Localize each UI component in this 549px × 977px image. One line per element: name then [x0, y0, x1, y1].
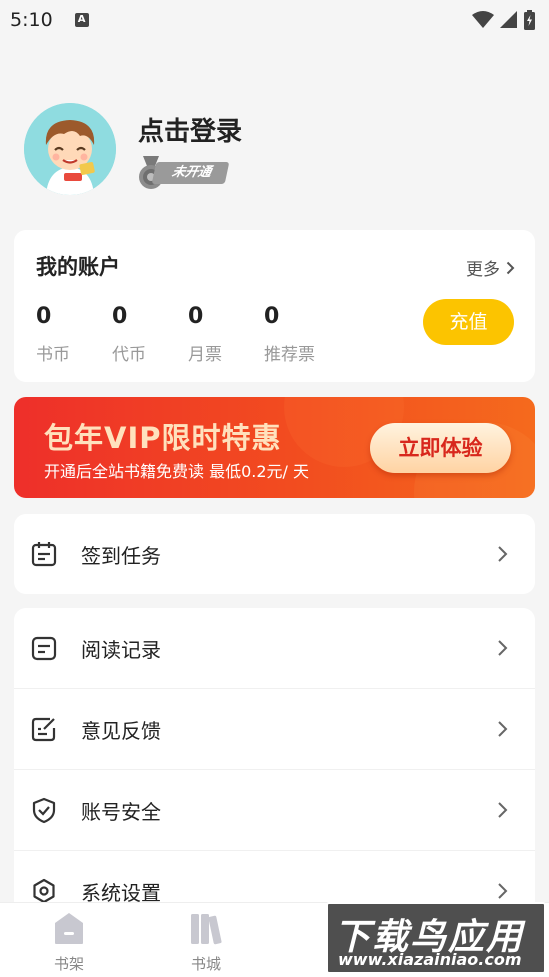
bookshelf-icon [55, 913, 83, 944]
settings-gear-icon [33, 878, 55, 904]
status-time: 5:10 [10, 9, 53, 31]
tab-bookshelf[interactable]: 书架 [29, 911, 109, 974]
feedback-edit-icon [31, 717, 56, 742]
chevron-right-icon [498, 802, 508, 818]
status-left: 5:10 A [10, 9, 89, 31]
chevron-right-icon [506, 261, 515, 274]
stat-recommend-tickets[interactable]: 0 推荐票 [264, 304, 315, 365]
reading-history-icon [31, 636, 57, 661]
menu-label: 阅读记录 [81, 637, 161, 662]
more-label: 更多 [466, 260, 500, 280]
chevron-right-icon [498, 640, 508, 656]
menu-list-card: 阅读记录 意见反馈 账号安全 系统设置 [14, 608, 535, 928]
vip-status-label: 未开通 [151, 162, 230, 184]
bookstore-icon [191, 914, 222, 945]
stat-tokens[interactable]: 0 代币 [112, 304, 146, 365]
avatar[interactable] [24, 103, 116, 195]
stat-value: 0 [264, 304, 280, 329]
tab-label: 书架 [53, 955, 84, 973]
wifi-icon [472, 11, 494, 28]
menu-label: 意见反馈 [81, 718, 161, 743]
menu-label: 账号安全 [81, 799, 161, 824]
stat-label: 代币 [112, 345, 146, 365]
account-title: 我的账户 [36, 255, 120, 279]
watermark-url: www.xiazainiao.com [338, 950, 522, 969]
menu-label: 签到任务 [81, 543, 161, 568]
vip-status-badge: 未开通 [138, 156, 230, 190]
avatar-cartoon-icon [24, 103, 116, 195]
menu-item-reading-history[interactable]: 阅读记录 [14, 608, 535, 688]
stat-book-coins[interactable]: 0 书币 [36, 304, 70, 365]
vip-promo-banner[interactable]: 包年VIP限时特惠 开通后全站书籍免费读 最低0.2元/ 天 立即体验 [14, 397, 535, 498]
stat-label: 月票 [188, 345, 222, 365]
banner-subtitle: 开通后全站书籍免费读 最低0.2元/ 天 [44, 462, 310, 481]
stat-monthly-tickets[interactable]: 0 月票 [188, 304, 222, 365]
menu-item-feedback[interactable]: 意见反馈 [14, 689, 535, 769]
chevron-right-icon [498, 883, 508, 899]
login-prompt[interactable]: 点击登录 [138, 111, 242, 148]
account-card: 我的账户 更多 0 书币 0 代币 0 月票 0 推荐票 充值 [14, 230, 535, 382]
chevron-right-icon [498, 546, 508, 562]
cell-signal-icon [500, 11, 517, 28]
chevron-right-icon [498, 721, 508, 737]
tab-bookstore[interactable]: 书城 [166, 911, 246, 974]
checkin-card: 签到任务 [14, 514, 535, 594]
tab-label: 书城 [190, 955, 221, 973]
menu-item-checkin[interactable]: 签到任务 [14, 514, 535, 594]
account-more-link[interactable]: 更多 [466, 255, 515, 280]
status-right [472, 10, 535, 30]
stat-value: 0 [36, 304, 52, 329]
shield-icon [32, 797, 56, 824]
profile-header[interactable]: 点击登录 未开通 [24, 103, 524, 195]
banner-title: 包年VIP限时特惠 [44, 421, 282, 455]
stat-value: 0 [188, 304, 204, 329]
notification-icon: A [74, 13, 89, 27]
stat-label: 书币 [36, 345, 70, 365]
stat-value: 0 [112, 304, 128, 329]
battery-icon [524, 10, 535, 30]
stat-label: 推荐票 [264, 345, 315, 365]
menu-item-account-security[interactable]: 账号安全 [14, 770, 535, 850]
watermark-logo: 下载鸟应用 www.xiazainiao.com [326, 902, 546, 974]
calendar-icon [31, 542, 57, 567]
recharge-button[interactable]: 充值 [423, 299, 514, 345]
status-bar: 5:10 A [0, 0, 549, 40]
try-now-button[interactable]: 立即体验 [370, 423, 511, 473]
